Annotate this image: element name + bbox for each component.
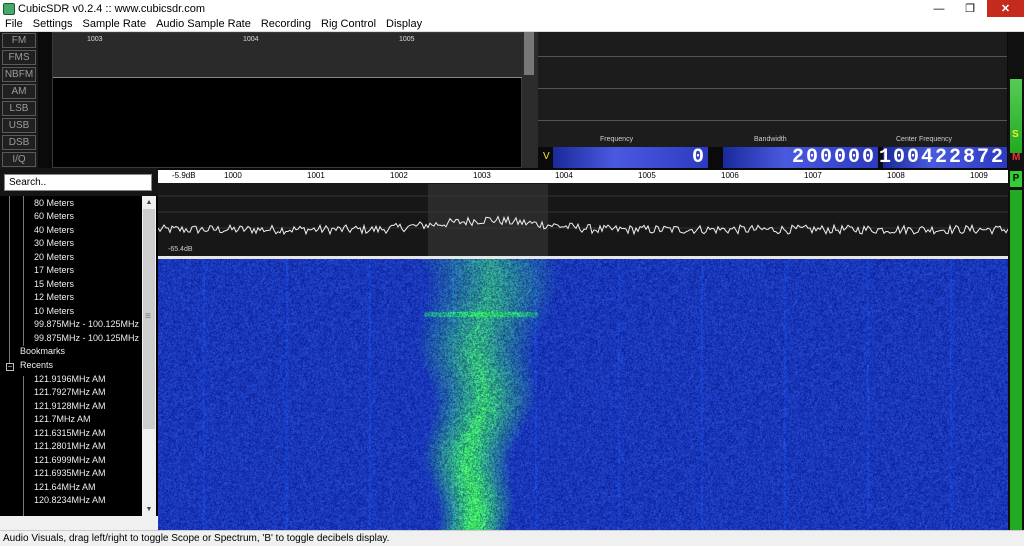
gain-slider-handle[interactable] — [524, 32, 534, 75]
menu-display[interactable]: Display — [381, 18, 427, 30]
mode-usb-button[interactable]: USB — [2, 118, 36, 133]
tree-item-recent[interactable]: 121.7927MHz AM — [34, 387, 106, 400]
spectrum-trace-canvas — [158, 184, 1008, 257]
tree-item-band[interactable]: 20 Meters — [34, 252, 74, 265]
tree-item-recent[interactable]: 121.64MHz AM — [34, 482, 96, 495]
frequency-offset-display[interactable]: 0 — [553, 146, 708, 169]
mute-label[interactable]: M — [1012, 152, 1020, 163]
close-button[interactable]: ✕ — [987, 0, 1024, 17]
menu-audio-sample-rate[interactable]: Audio Sample Rate — [151, 18, 256, 30]
waterfall-canvas — [158, 259, 1008, 530]
recents-collapse-toggle[interactable]: − — [6, 363, 14, 371]
spectrum-trace — [158, 215, 1008, 236]
mode-lsb-button[interactable]: LSB — [2, 101, 36, 116]
bandwidth-label: Bandwidth — [754, 136, 787, 143]
mode-nbfm-button[interactable]: NBFM — [2, 67, 36, 82]
scroll-up-arrow[interactable]: ▲ — [142, 196, 156, 209]
grid-line — [538, 120, 1007, 121]
center-frequency-display[interactable]: 100422872 — [879, 146, 1007, 169]
meter-bar — [1010, 79, 1022, 153]
status-bar: Audio Visuals, drag left/right to toggle… — [0, 530, 1024, 546]
tree-item-recent[interactable]: 120.8234MHz AM — [34, 495, 106, 508]
menu-settings[interactable]: Settings — [28, 18, 78, 30]
menu-file[interactable]: File — [0, 18, 28, 30]
tree-item-band[interactable]: 15 Meters — [34, 279, 74, 292]
mode-am-button[interactable]: AM — [2, 84, 36, 99]
demod-mode-panel: FM FMS NBFM AM LSB USB DSB I/Q — [0, 32, 38, 168]
tree-item-band[interactable]: 17 Meters — [34, 265, 74, 278]
scroll-down-arrow[interactable]: ▼ — [142, 503, 156, 516]
scroll-grip-icon: ≡ — [145, 311, 151, 322]
tree-item-recent[interactable]: 121.6315MHz AM — [34, 428, 106, 441]
title-bar: CubicSDR v0.2.4 :: www.cubicsdr.com — ❐ … — [0, 0, 1024, 17]
tree-item-recent[interactable]: 121.7MHz AM — [34, 414, 91, 427]
tree-item-recents[interactable]: Recents — [20, 360, 53, 373]
audio-gain-slider[interactable] — [522, 32, 538, 168]
waterfall-display[interactable] — [158, 259, 1008, 530]
tree-line — [23, 376, 24, 516]
menu-recording[interactable]: Recording — [256, 18, 316, 30]
tree-item-recent[interactable]: 121.9196MHz AM — [34, 374, 106, 387]
tree-item-recent[interactable]: 121.9128MHz AM — [34, 401, 106, 414]
tree-item-recent[interactable]: 121.6935MHz AM — [34, 468, 106, 481]
center-frequency-label: Center Frequency — [896, 136, 953, 143]
tree-item-band[interactable]: 60 Meters — [34, 211, 74, 224]
gain-meter-bar — [1010, 190, 1022, 530]
main-spectrum[interactable]: -5.9dB 1000 1001 1002 1003 1004 1005 100… — [158, 170, 1008, 257]
grid-line — [538, 88, 1007, 89]
mode-fms-button[interactable]: FMS — [2, 50, 36, 65]
audio-tick-label: 1005 — [399, 36, 415, 43]
mode-iq-button[interactable]: I/Q — [2, 152, 36, 167]
audio-spectrum[interactable]: 1003 1004 1005 — [53, 33, 523, 78]
tree-item-band[interactable]: 99.875MHz - 100.125MHz — [34, 333, 139, 346]
signal-level-meter[interactable]: S M — [1008, 32, 1024, 168]
menu-bar: File Settings Sample Rate Audio Sample R… — [0, 17, 1024, 32]
tree-item-bookmarks[interactable]: Bookmarks — [20, 346, 65, 359]
tree-item-band[interactable]: 40 Meters — [34, 225, 74, 238]
tree-item-recent[interactable]: 121.6999MHz AM — [34, 455, 106, 468]
tree-item-band[interactable]: 80 Meters — [34, 198, 74, 211]
app-icon — [3, 2, 15, 15]
tuning-readout-row: V 0 200000 100422872 — [538, 146, 1007, 169]
db-bottom-label: -65.4dB — [168, 246, 193, 253]
tree-line — [23, 196, 24, 346]
bookmark-search-input[interactable] — [4, 174, 152, 191]
gain-meter[interactable]: P — [1008, 168, 1024, 530]
audio-visuals-panel[interactable]: 1003 1004 1005 — [52, 32, 523, 168]
restore-button[interactable]: ❐ — [955, 0, 985, 17]
tree-line — [9, 196, 10, 366]
bookmark-search-area — [0, 168, 158, 196]
volume-label: V — [543, 151, 550, 162]
menu-sample-rate[interactable]: Sample Rate — [77, 18, 151, 30]
mode-dsb-button[interactable]: DSB — [2, 135, 36, 150]
audio-tick-label: 1003 — [87, 36, 103, 43]
squelch-label: S — [1012, 129, 1019, 140]
tree-horizontal-scrollbar[interactable] — [0, 516, 158, 530]
tree-item-band[interactable]: 12 Meters — [34, 292, 74, 305]
menu-rig-control[interactable]: Rig Control — [316, 18, 381, 30]
window-title: CubicSDR v0.2.4 :: www.cubicsdr.com — [18, 2, 206, 15]
bandwidth-display[interactable]: 200000 — [723, 146, 878, 169]
tree-item-band[interactable]: 30 Meters — [34, 238, 74, 251]
tree-item-band[interactable]: 99.875MHz - 100.125MHz — [34, 319, 139, 332]
peak-hold-toggle[interactable]: P — [1010, 171, 1022, 187]
status-text: Audio Visuals, drag left/right to toggle… — [3, 533, 390, 544]
grid-line — [538, 56, 1007, 57]
tree-item-recent[interactable]: 121.2801MHz AM — [34, 441, 106, 454]
mode-fm-button[interactable]: FM — [2, 33, 36, 48]
audio-tick-label: 1004 — [243, 36, 259, 43]
bookmarks-tree[interactable]: 80 Meters 60 Meters 40 Meters 30 Meters … — [0, 196, 158, 530]
tree-item-band[interactable]: 10 Meters — [34, 306, 74, 319]
cubicsdr-window: CubicSDR v0.2.4 :: www.cubicsdr.com — ❐ … — [0, 0, 1024, 546]
frequency-label: Frequency — [600, 136, 634, 143]
minimize-button[interactable]: — — [924, 0, 954, 17]
tree-vertical-scrollbar[interactable]: ▲ ≡ ▼ — [142, 196, 156, 516]
